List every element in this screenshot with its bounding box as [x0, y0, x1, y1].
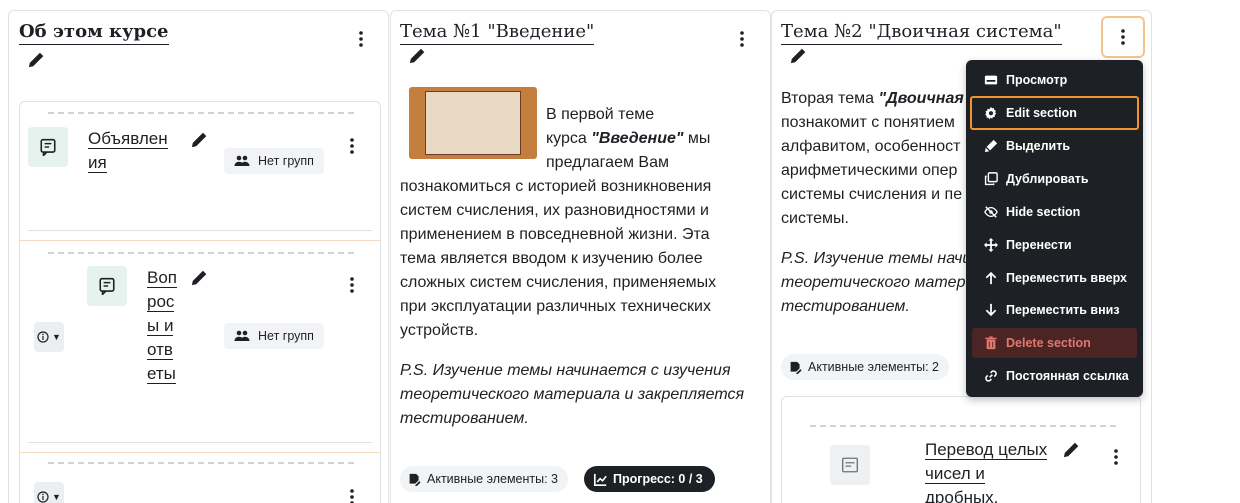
- activity-list: Объявлен ия Нет групп ▼ Воп рос ы и отв еты Н…: [19, 101, 381, 503]
- section-title[interactable]: Об этом курсе: [19, 21, 169, 45]
- menu-item-view[interactable]: Просмотр: [972, 65, 1137, 95]
- section-actions-menu: Просмотр Edit section Выделить Дублирова…: [966, 60, 1143, 397]
- progress-label: Прогресс: 0 / 3: [613, 472, 703, 486]
- menu-item-move[interactable]: Перенести: [972, 230, 1137, 260]
- kebab-icon: [359, 31, 363, 47]
- menu-item-label: Переместить вниз: [1006, 303, 1120, 317]
- menu-item-label: Hide section: [1006, 205, 1081, 219]
- group-mode-label: Нет групп: [258, 329, 314, 343]
- active-elements-badge[interactable]: Активные элементы: 3: [400, 466, 569, 492]
- menu-item-label: Delete section: [1006, 336, 1091, 350]
- kebab-icon: [740, 31, 744, 47]
- gear-icon: [985, 106, 997, 120]
- chart-line-icon: [594, 473, 607, 486]
- divider: [20, 452, 380, 453]
- highlight-icon: [984, 139, 998, 153]
- forum-icon: [28, 127, 68, 167]
- info-icon: [37, 491, 49, 503]
- group-mode-badge[interactable]: Нет групп: [224, 148, 324, 174]
- kebab-icon: [1114, 449, 1118, 465]
- divider: [28, 230, 372, 231]
- group-mode-badge[interactable]: Нет групп: [224, 323, 324, 349]
- kebab-icon: [350, 277, 354, 293]
- progress-badge[interactable]: Прогресс: 0 / 3: [584, 466, 715, 492]
- section-menu-button[interactable]: [349, 27, 373, 51]
- section-menu-button[interactable]: [730, 27, 754, 51]
- kebab-icon: [350, 489, 354, 503]
- activity-menu-button[interactable]: [1104, 445, 1128, 469]
- drop-zone-divider: [48, 252, 354, 254]
- menu-item-edit-section[interactable]: Edit section: [970, 96, 1139, 130]
- menu-item-label: Edit section: [1006, 106, 1077, 120]
- trash-icon: [985, 336, 997, 350]
- info-icon: [37, 331, 49, 343]
- eye-slash-icon: [984, 206, 998, 218]
- menu-item-hide-section[interactable]: Hide section: [972, 197, 1137, 227]
- users-icon: [234, 155, 250, 166]
- section-title[interactable]: Тема №2 "Двоичная система": [781, 21, 1062, 45]
- pencil-icon[interactable]: [789, 47, 807, 65]
- pencil-icon[interactable]: [27, 51, 45, 69]
- section-image-content: [425, 91, 521, 155]
- file-edit-icon: [409, 473, 421, 486]
- group-mode-label: Нет групп: [258, 154, 314, 168]
- caret-down-icon: ▼: [52, 332, 61, 342]
- section-topic-1: Тема №1 "Введение" В первой теме курса "…: [390, 10, 771, 503]
- arrow-up-icon: [985, 271, 997, 285]
- view-icon: [984, 75, 998, 85]
- ps-note: P.S. Изучение темы начинается с изучения…: [400, 362, 745, 427]
- move-icon: [984, 238, 998, 252]
- menu-item-highlight[interactable]: Выделить: [972, 131, 1137, 161]
- divider: [20, 240, 380, 241]
- file-edit-icon: [790, 361, 802, 374]
- activity-link-announcements[interactable]: Объявлен ия: [88, 127, 168, 175]
- divider: [28, 442, 372, 443]
- menu-item-delete-section[interactable]: Delete section: [972, 328, 1137, 358]
- summary-text-right: В первой теме курса "Введение" мы предла…: [546, 106, 711, 171]
- menu-item-label: Постоянная ссылка: [1006, 369, 1129, 383]
- drop-zone-divider: [48, 112, 354, 114]
- activity-link-questions[interactable]: Воп рос ы и отв еты: [147, 266, 177, 386]
- users-icon: [234, 330, 250, 341]
- menu-item-label: Дублировать: [1006, 172, 1089, 186]
- menu-item-duplicate[interactable]: Дублировать: [972, 164, 1137, 194]
- menu-item-move-up[interactable]: Переместить вверх: [972, 263, 1137, 293]
- restriction-info-button[interactable]: ▼: [34, 322, 64, 352]
- arrow-down-icon: [985, 303, 997, 317]
- restriction-info-button[interactable]: ▼: [34, 482, 64, 503]
- pencil-icon[interactable]: [190, 131, 208, 149]
- menu-item-permalink[interactable]: Постоянная ссылка: [972, 361, 1137, 391]
- duplicate-icon: [984, 172, 998, 186]
- active-elements-badge[interactable]: Активные элементы: 2: [781, 354, 950, 380]
- drop-zone-divider: [810, 425, 1116, 427]
- active-elements-label: Активные элементы: 3: [427, 472, 559, 486]
- section-about-course: Об этом курсе Объявлен ия Нет групп ▼ Воп…: [8, 10, 389, 503]
- page-icon: [830, 445, 870, 485]
- kebab-icon: [1121, 29, 1125, 45]
- section-menu-button[interactable]: [1101, 16, 1145, 58]
- menu-item-label: Перенести: [1006, 238, 1072, 252]
- summary-text: познакомиться с историей возникновения с…: [400, 178, 717, 339]
- activity-link-number-conversion[interactable]: Перевод целых чисел и дробных.: [925, 438, 1048, 503]
- section-title[interactable]: Тема №1 "Введение": [400, 21, 595, 45]
- drop-zone-divider: [48, 462, 354, 464]
- menu-item-label: Просмотр: [1006, 73, 1068, 87]
- caret-down-icon: ▼: [52, 492, 61, 502]
- forum-icon: [87, 266, 127, 306]
- link-icon: [985, 370, 997, 382]
- activity-menu-button[interactable]: [340, 273, 364, 297]
- activity-menu-button[interactable]: [340, 134, 364, 158]
- pencil-icon[interactable]: [190, 269, 208, 287]
- kebab-icon: [350, 138, 354, 154]
- menu-item-move-down[interactable]: Переместить вниз: [972, 295, 1137, 325]
- pencil-icon[interactable]: [408, 47, 426, 65]
- menu-item-label: Выделить: [1006, 139, 1071, 153]
- menu-item-label: Переместить вверх: [1006, 271, 1128, 285]
- activity-menu-button[interactable]: [340, 485, 364, 503]
- activity-list: Перевод целых чисел и дробных.: [781, 396, 1141, 503]
- section-image: [409, 87, 537, 159]
- pencil-icon[interactable]: [1062, 441, 1080, 459]
- active-elements-label: Активные элементы: 2: [808, 360, 940, 374]
